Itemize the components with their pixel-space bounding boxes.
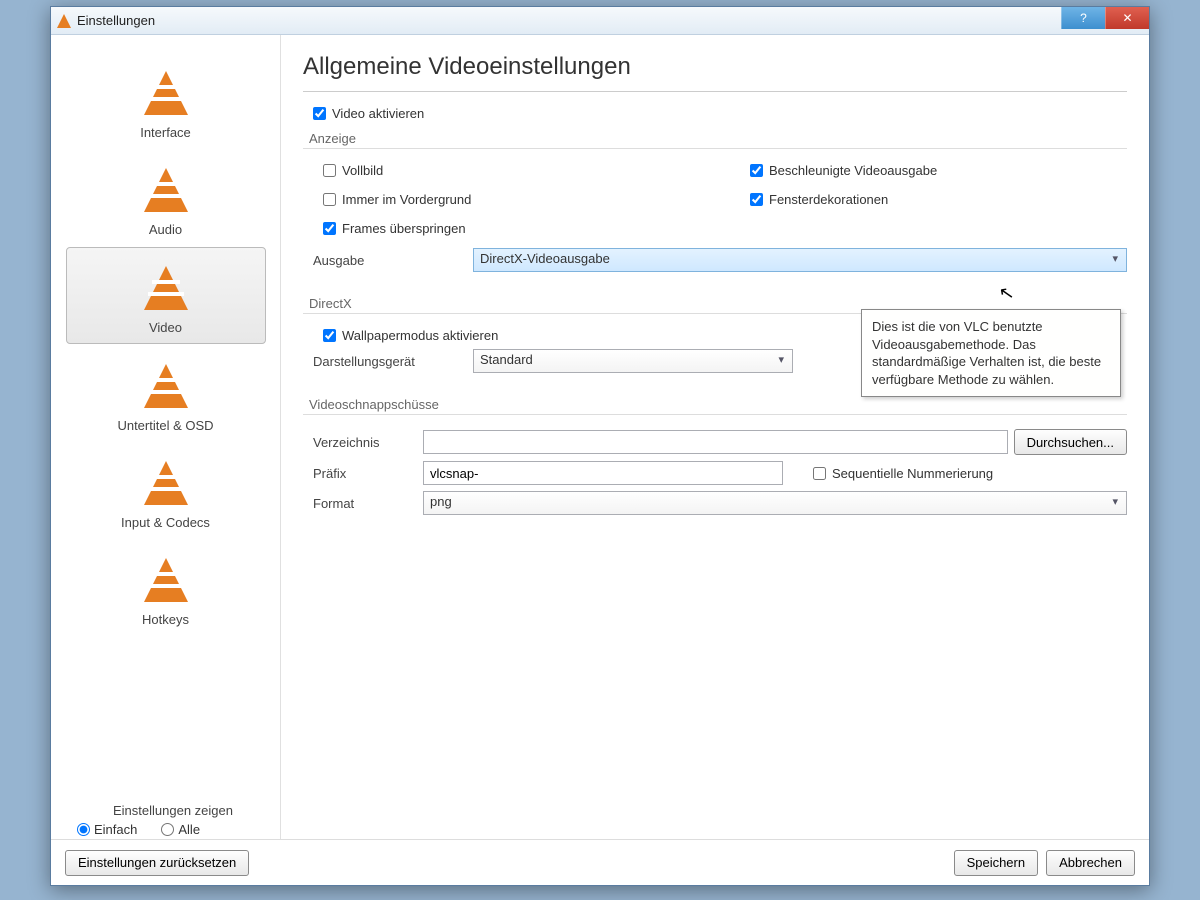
sidebar-item-label: Interface xyxy=(70,125,262,140)
wallpaper-mode-checkbox[interactable] xyxy=(323,329,336,342)
simple-radio[interactable] xyxy=(77,823,90,836)
all-radio-label[interactable]: Alle xyxy=(161,822,200,837)
always-on-top-label: Immer im Vordergrund xyxy=(342,192,471,207)
category-sidebar: Interface Audio Video Untertitel & OSD I… xyxy=(51,35,281,839)
sidebar-item-label: Input & Codecs xyxy=(70,515,262,530)
fullscreen-label: Vollbild xyxy=(342,163,383,178)
sequential-numbering-label: Sequentielle Nummerierung xyxy=(832,466,993,481)
help-button[interactable]: ? xyxy=(1061,7,1105,29)
always-on-top-checkbox[interactable] xyxy=(323,193,336,206)
sequential-numbering-checkbox[interactable] xyxy=(813,467,826,480)
display-device-select[interactable]: Standard xyxy=(473,349,793,373)
cursor-icon: ↖ xyxy=(997,282,1016,305)
sidebar-item-input-codecs[interactable]: Input & Codecs xyxy=(66,443,266,538)
titlebar: Einstellungen ? ✕ xyxy=(51,7,1149,35)
window-title: Einstellungen xyxy=(77,13,155,28)
preferences-window: Einstellungen ? ✕ Interface Audio Video … xyxy=(50,6,1150,886)
output-select-value: DirectX-Videoausgabe xyxy=(480,251,610,266)
simple-radio-label[interactable]: Einfach xyxy=(77,822,137,837)
fullscreen-checkbox[interactable] xyxy=(323,164,336,177)
sidebar-item-subtitles-osd[interactable]: Untertitel & OSD xyxy=(66,346,266,441)
output-select[interactable]: DirectX-Videoausgabe xyxy=(473,248,1127,272)
directory-label: Verzeichnis xyxy=(313,435,423,450)
snapshots-group: Videoschnappschüsse Verzeichnis Durchsuc… xyxy=(303,393,1127,525)
dialog-footer: Einstellungen zurücksetzen Speichern Abb… xyxy=(51,839,1149,885)
display-group: Anzeige Vollbild Beschleunigte Videoausg… xyxy=(303,127,1127,282)
prefix-input[interactable] xyxy=(423,461,783,485)
sidebar-item-label: Audio xyxy=(70,222,262,237)
format-select-value: png xyxy=(430,494,452,509)
close-button[interactable]: ✕ xyxy=(1105,7,1149,29)
skip-frames-label: Frames überspringen xyxy=(342,221,466,236)
cone-icon xyxy=(144,71,188,115)
save-button[interactable]: Speichern xyxy=(954,850,1039,876)
vlc-cone-icon xyxy=(57,14,71,28)
cone-icon xyxy=(144,266,188,310)
window-decorations-label: Fensterdekorationen xyxy=(769,192,888,207)
accelerated-output-checkbox[interactable] xyxy=(750,164,763,177)
display-group-title: Anzeige xyxy=(303,127,1127,148)
main-panel: Allgemeine Videoeinstellungen Video akti… xyxy=(281,35,1149,839)
sidebar-item-video[interactable]: Video xyxy=(66,247,266,344)
directory-input[interactable] xyxy=(423,430,1008,454)
skip-frames-checkbox[interactable] xyxy=(323,222,336,235)
prefix-label: Präfix xyxy=(313,466,423,481)
accelerated-output-label: Beschleunigte Videoausgabe xyxy=(769,163,937,178)
cone-icon xyxy=(144,364,188,408)
all-radio[interactable] xyxy=(161,823,174,836)
sidebar-item-label: Video xyxy=(71,320,261,335)
cone-icon xyxy=(144,558,188,602)
show-settings-label: Einstellungen zeigen xyxy=(63,803,283,818)
sidebar-item-label: Hotkeys xyxy=(70,612,262,627)
sidebar-item-hotkeys[interactable]: Hotkeys xyxy=(66,540,266,635)
cancel-button[interactable]: Abbrechen xyxy=(1046,850,1135,876)
reset-button[interactable]: Einstellungen zurücksetzen xyxy=(65,850,249,876)
format-label: Format xyxy=(313,496,423,511)
cone-icon xyxy=(144,168,188,212)
output-label: Ausgabe xyxy=(313,253,473,268)
sidebar-item-interface[interactable]: Interface xyxy=(66,53,266,148)
show-settings-panel: Einstellungen zeigen Einfach Alle xyxy=(63,803,283,837)
cone-icon xyxy=(144,461,188,505)
display-device-label: Darstellungsgerät xyxy=(313,354,473,369)
format-select[interactable]: png xyxy=(423,491,1127,515)
enable-video-checkbox[interactable] xyxy=(313,107,326,120)
browse-button[interactable]: Durchsuchen... xyxy=(1014,429,1127,455)
output-tooltip: Dies ist die von VLC benutzte Videoausga… xyxy=(861,309,1121,397)
enable-video-label: Video aktivieren xyxy=(332,106,424,121)
window-decorations-checkbox[interactable] xyxy=(750,193,763,206)
page-title: Allgemeine Videoeinstellungen xyxy=(303,53,1127,92)
wallpaper-mode-label: Wallpapermodus aktivieren xyxy=(342,328,498,343)
display-device-value: Standard xyxy=(480,352,533,367)
sidebar-item-label: Untertitel & OSD xyxy=(70,418,262,433)
sidebar-item-audio[interactable]: Audio xyxy=(66,150,266,245)
